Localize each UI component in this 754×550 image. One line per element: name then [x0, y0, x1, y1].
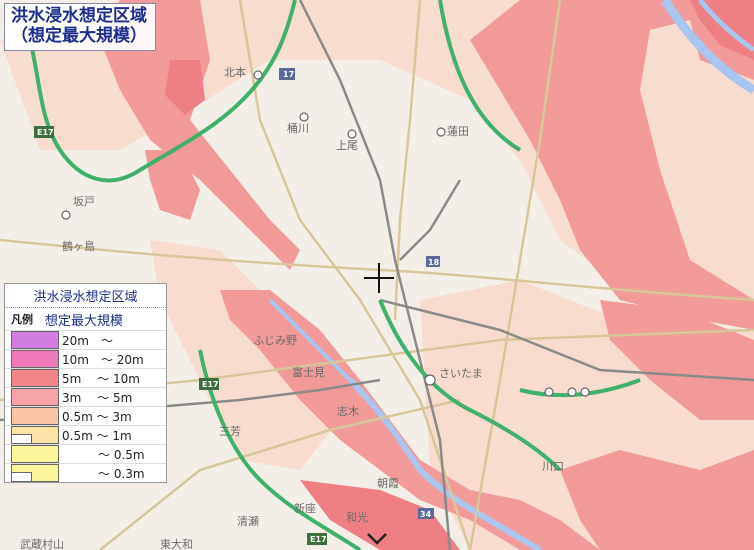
legend-row-label: 10m ～ 20m	[62, 352, 144, 367]
place-label: 清瀬	[237, 514, 259, 528]
place-label: 桶川	[287, 121, 309, 135]
svg-text:18: 18	[428, 258, 440, 267]
place-label: さいたま	[439, 367, 483, 380]
legend-swatch	[11, 350, 59, 368]
place-label: 朝霞	[377, 477, 399, 490]
legend-row-label: 5m ～ 10m	[62, 371, 140, 386]
legend-swatch	[11, 331, 59, 349]
legend-row-label: 3m ～ 5m	[62, 390, 133, 405]
legend-swatch	[11, 445, 59, 463]
map-title: 洪水浸水想定区域 （想定最大規模）	[4, 3, 156, 51]
expressway-shield: E17	[307, 533, 327, 545]
title-line-2: （想定最大規模）	[11, 26, 147, 46]
place-label: 新座	[294, 501, 316, 515]
legend-row: 3m ～ 5m	[5, 387, 166, 406]
route-shield: 34	[418, 508, 434, 519]
expressway-shield: E17	[34, 126, 54, 138]
legend-row: 0.5m ～ 3m	[5, 406, 166, 425]
legend-subtitle: 想定最大規模	[45, 313, 124, 329]
place-label: 川口	[542, 460, 564, 473]
legend-hanrei: 凡例	[11, 313, 33, 326]
legend-swatch	[11, 369, 59, 387]
legend-row: ～ 0.3m	[5, 463, 166, 482]
legend-swatch-notch	[12, 434, 32, 443]
legend-heading: 洪水浸水想定区域	[5, 284, 166, 308]
legend-row: 0.5m ～ 1m	[5, 425, 166, 444]
route-shield: 18	[426, 256, 440, 267]
legend-row: 5m ～ 10m	[5, 368, 166, 387]
place-label: 武蔵村山	[20, 537, 64, 550]
place-label: 志木	[337, 405, 359, 418]
place-label: 富士見	[292, 365, 325, 379]
place-label: 和光	[346, 510, 368, 524]
svg-text:E17: E17	[37, 128, 54, 137]
place-label: 三芳	[219, 424, 241, 438]
legend-row-label: 0.5m ～ 1m	[62, 428, 132, 443]
legend-swatch	[11, 426, 59, 444]
expressway-shield: E17	[199, 378, 219, 390]
place-label: 坂戸	[73, 195, 95, 208]
legend-row: 10m ～ 20m	[5, 349, 166, 368]
svg-text:E17: E17	[202, 380, 219, 389]
legend-swatch	[11, 388, 59, 406]
legend-swatch	[11, 407, 59, 425]
place-label: 蓮田	[447, 124, 469, 138]
place-label: 上尾	[336, 139, 358, 152]
legend-swatch-notch	[12, 472, 32, 481]
legend-row-label: ～ 0.5m	[62, 447, 145, 462]
legend-swatch	[11, 464, 59, 482]
place-label: ふじみ野	[253, 334, 297, 347]
svg-text:17: 17	[283, 70, 294, 79]
svg-text:34: 34	[420, 510, 432, 519]
legend-row-label: ～ 0.3m	[62, 466, 145, 481]
route-shield: 17	[279, 68, 295, 80]
place-label: 北本	[224, 65, 246, 79]
legend-subheader: 凡例 想定最大規模	[5, 308, 166, 330]
legend-rows: 20m ～ 10m ～ 20m 5m ～ 10m 3m ～ 5m 0.5m ～ 3m 0.…	[5, 330, 166, 482]
svg-text:E17: E17	[310, 535, 327, 544]
title-line-1: 洪水浸水想定区域	[11, 6, 147, 26]
place-label: 東大和	[160, 537, 193, 550]
legend-row: 20m ～	[5, 330, 166, 349]
legend-panel: 洪水浸水想定区域 凡例 想定最大規模 20m ～ 10m ～ 20m 5m ～ 10…	[4, 283, 167, 483]
place-label: 鶴ヶ島	[62, 239, 95, 253]
legend-row-label: 20m ～	[62, 333, 113, 348]
legend-row-label: 0.5m ～ 3m	[62, 409, 132, 424]
legend-row: ～ 0.5m	[5, 444, 166, 463]
